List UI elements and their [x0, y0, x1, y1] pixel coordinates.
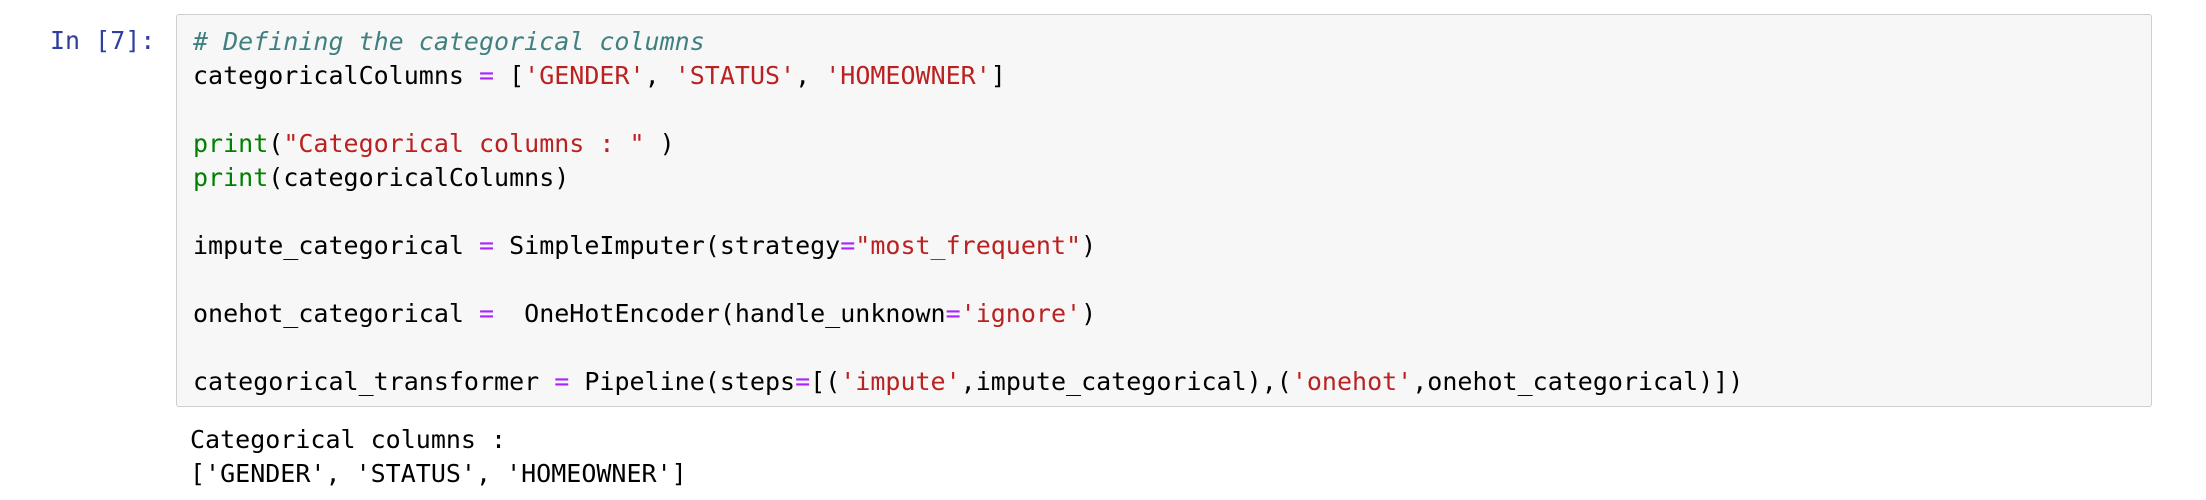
code-token: print — [193, 129, 269, 158]
code-token: # Defining the categorical columns — [193, 27, 705, 56]
cell-output: Categorical columns : ['GENDER', 'STATUS… — [190, 423, 687, 491]
code-token: Pipeline(steps — [569, 367, 796, 396]
code-token: 'ignore' — [960, 299, 1082, 328]
code-token: ) — [1081, 299, 1097, 328]
code-token: "Categorical columns : " — [283, 129, 645, 158]
code-token: , — [644, 61, 675, 90]
code-token: 'HOMEOWNER' — [825, 61, 991, 90]
code-cell-input[interactable]: # Defining the categorical columns catego… — [176, 14, 2152, 407]
code-editor[interactable]: # Defining the categorical columns catego… — [193, 25, 1743, 399]
code-token: [( — [810, 367, 841, 396]
code-token: ] — [990, 61, 1006, 90]
code-token: = — [945, 299, 961, 328]
code-line: categoricalColumns = ['GENDER', 'STATUS'… — [193, 59, 1743, 93]
code-token: = — [840, 231, 856, 260]
code-token: = — [554, 367, 570, 396]
code-line: print("Categorical columns : " ) — [193, 127, 1743, 161]
code-token: ) — [1081, 231, 1097, 260]
code-line: print(categoricalColumns) — [193, 161, 1743, 195]
code-token: = — [478, 61, 495, 90]
code-token: onehot_categorical — [193, 299, 479, 328]
input-prompt: In [7]: — [50, 26, 156, 55]
code-token: impute_categorical — [193, 231, 479, 260]
code-token: 'GENDER' — [524, 61, 645, 90]
code-token: , — [795, 61, 826, 90]
code-token: SimpleImputer(strategy — [494, 231, 841, 260]
code-line: categorical_transformer = Pipeline(steps… — [193, 365, 1743, 399]
output-line: Categorical columns : — [190, 425, 522, 454]
code-token: = — [478, 299, 495, 328]
code-token: = — [795, 367, 811, 396]
code-token: ,onehot_categorical)]) — [1412, 367, 1744, 396]
code-token: OneHotEncoder(handle_unknown — [494, 299, 946, 328]
code-token: (categoricalColumns) — [268, 163, 570, 192]
code-token: print — [193, 163, 269, 192]
code-token: [ — [494, 61, 525, 90]
code-token: categorical_transformer — [193, 367, 555, 396]
code-token: = — [478, 231, 495, 260]
code-token: 'onehot' — [1291, 367, 1413, 396]
code-token: ) — [644, 129, 675, 158]
code-line: impute_categorical = SimpleImputer(strat… — [193, 229, 1743, 263]
code-token: "most_frequent" — [855, 231, 1082, 260]
code-token: 'STATUS' — [674, 61, 796, 90]
code-token: 'impute' — [840, 367, 961, 396]
code-line: # Defining the categorical columns — [193, 25, 1743, 59]
code-line: onehot_categorical = OneHotEncoder(handl… — [193, 297, 1743, 331]
output-line: ['GENDER', 'STATUS', 'HOMEOWNER'] — [190, 459, 687, 488]
code-token: ( — [268, 129, 284, 158]
code-token: categoricalColumns — [193, 61, 479, 90]
code-token: ,impute_categorical),( — [960, 367, 1292, 396]
